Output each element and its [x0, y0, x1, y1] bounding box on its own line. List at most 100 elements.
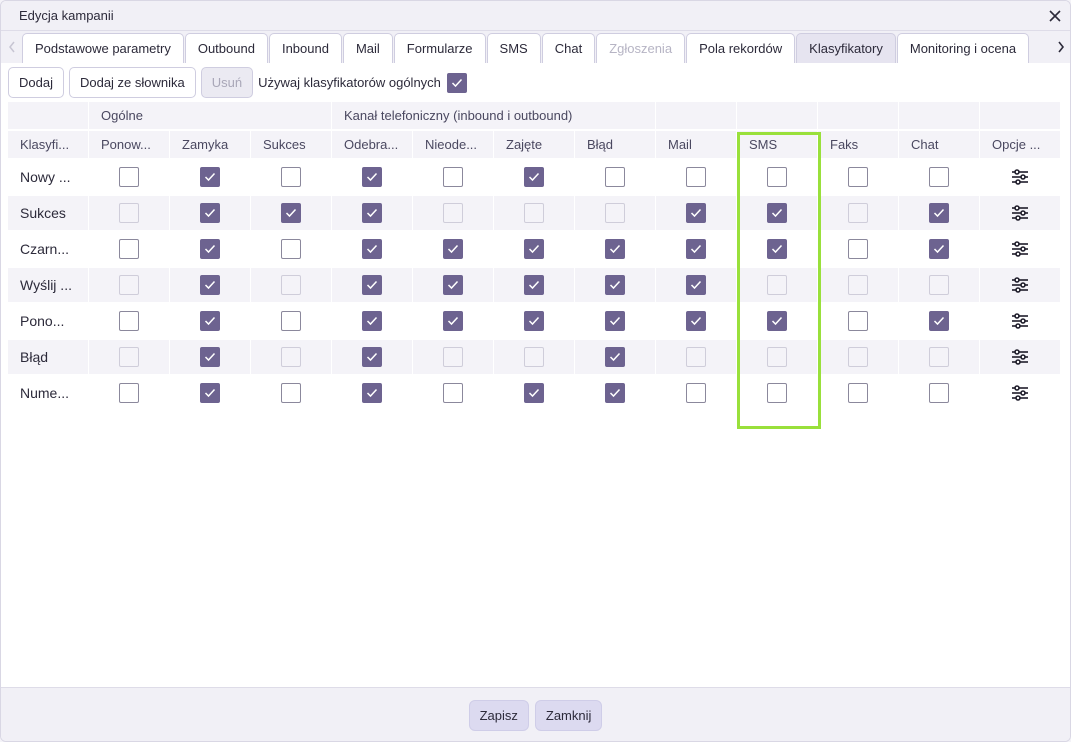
- checkbox-zajęte[interactable]: [524, 167, 544, 187]
- checkbox-sms[interactable]: [767, 311, 787, 331]
- checkbox-faks[interactable]: [848, 383, 868, 403]
- use-general-classifiers-checkbox[interactable]: [446, 72, 467, 93]
- options-cell[interactable]: [980, 268, 1060, 302]
- checkbox-zamyka[interactable]: [200, 311, 220, 331]
- table-row[interactable]: Nowy ...: [8, 160, 1070, 196]
- tab-mail[interactable]: Mail: [342, 33, 393, 63]
- checkbox-odebra-[interactable]: [362, 347, 382, 367]
- checkbox-odebra-[interactable]: [362, 275, 382, 295]
- column-header[interactable]: Faks: [818, 131, 898, 158]
- tab-outbound[interactable]: Outbound: [184, 33, 268, 63]
- checkbox-błąd[interactable]: [605, 275, 625, 295]
- checkbox-odebra-[interactable]: [362, 239, 382, 259]
- checkbox-zajęte[interactable]: [524, 383, 544, 403]
- checkbox-błąd[interactable]: [605, 311, 625, 331]
- column-header[interactable]: Ponow...: [89, 131, 169, 158]
- checkbox-błąd[interactable]: [605, 167, 625, 187]
- checkbox-faks[interactable]: [848, 239, 868, 259]
- column-header[interactable]: Mail: [656, 131, 736, 158]
- table-row[interactable]: Błąd: [8, 340, 1070, 376]
- table-row[interactable]: Nume...: [8, 376, 1070, 412]
- checkbox-faks[interactable]: [848, 311, 868, 331]
- options-cell[interactable]: [980, 304, 1060, 338]
- add-from-dictionary-button[interactable]: Dodaj ze słownika: [68, 67, 196, 98]
- options-cell[interactable]: [980, 160, 1060, 194]
- checkbox-faks[interactable]: [848, 167, 868, 187]
- column-header[interactable]: Nieode...: [413, 131, 493, 158]
- column-header[interactable]: Chat: [899, 131, 979, 158]
- column-header[interactable]: Zamyka: [170, 131, 250, 158]
- column-header[interactable]: Odebra...: [332, 131, 412, 158]
- checkbox-nieode-[interactable]: [443, 239, 463, 259]
- checkbox-sms[interactable]: [767, 383, 787, 403]
- checkbox-zamyka[interactable]: [200, 203, 220, 223]
- checkbox-sukces[interactable]: [281, 203, 301, 223]
- checkbox-zamyka[interactable]: [200, 275, 220, 295]
- checkbox-zajęte[interactable]: [524, 311, 544, 331]
- checkbox-chat[interactable]: [929, 239, 949, 259]
- checkbox-chat[interactable]: [929, 203, 949, 223]
- checkbox-mail[interactable]: [686, 275, 706, 295]
- checkbox-mail[interactable]: [686, 383, 706, 403]
- tab-chat[interactable]: Chat: [541, 33, 596, 63]
- checkbox-sukces[interactable]: [281, 239, 301, 259]
- checkbox-chat[interactable]: [929, 167, 949, 187]
- checkbox-mail[interactable]: [686, 311, 706, 331]
- remove-button[interactable]: Usuń: [200, 67, 254, 98]
- checkbox-sukces[interactable]: [281, 383, 301, 403]
- checkbox-zamyka[interactable]: [200, 167, 220, 187]
- column-header[interactable]: Opcje ...: [980, 131, 1060, 158]
- column-header[interactable]: Zajęte: [494, 131, 574, 158]
- column-header[interactable]: Klasyfi...: [8, 131, 88, 158]
- checkbox-zajęte[interactable]: [524, 275, 544, 295]
- checkbox-błąd[interactable]: [605, 383, 625, 403]
- checkbox-odebra-[interactable]: [362, 203, 382, 223]
- options-cell[interactable]: [980, 232, 1060, 266]
- checkbox-sukces[interactable]: [281, 167, 301, 187]
- options-cell[interactable]: [980, 340, 1060, 374]
- checkbox-błąd[interactable]: [605, 347, 625, 367]
- checkbox-nieode-[interactable]: [443, 311, 463, 331]
- tab-klasyfikatory[interactable]: Klasyfikatory: [796, 33, 896, 63]
- tab-zgłoszenia[interactable]: Zgłoszenia: [596, 33, 686, 63]
- checkbox-zajęte[interactable]: [524, 239, 544, 259]
- checkbox-nieode-[interactable]: [443, 383, 463, 403]
- checkbox-mail[interactable]: [686, 203, 706, 223]
- checkbox-sukces[interactable]: [281, 311, 301, 331]
- checkbox-nieode-[interactable]: [443, 167, 463, 187]
- checkbox-nieode-[interactable]: [443, 275, 463, 295]
- checkbox-sms[interactable]: [767, 239, 787, 259]
- tab-inbound[interactable]: Inbound: [268, 33, 342, 63]
- column-header[interactable]: Błąd: [575, 131, 655, 158]
- checkbox-odebra-[interactable]: [362, 311, 382, 331]
- checkbox-błąd[interactable]: [605, 239, 625, 259]
- checkbox-chat[interactable]: [929, 383, 949, 403]
- checkbox-zamyka[interactable]: [200, 347, 220, 367]
- options-cell[interactable]: [980, 376, 1060, 410]
- column-header[interactable]: SMS: [737, 131, 817, 158]
- checkbox-ponow-[interactable]: [119, 311, 139, 331]
- checkbox-odebra-[interactable]: [362, 383, 382, 403]
- checkbox-mail[interactable]: [686, 239, 706, 259]
- checkbox-odebra-[interactable]: [362, 167, 382, 187]
- column-header[interactable]: Sukces: [251, 131, 331, 158]
- tab-monitoring-i-ocena[interactable]: Monitoring i ocena: [896, 33, 1030, 63]
- table-row[interactable]: Pono...: [8, 304, 1070, 340]
- tab-formularze[interactable]: Formularze: [393, 33, 486, 63]
- options-cell[interactable]: [980, 196, 1060, 230]
- table-row[interactable]: Czarn...: [8, 232, 1070, 268]
- checkbox-zamyka[interactable]: [200, 383, 220, 403]
- checkbox-mail[interactable]: [686, 167, 706, 187]
- checkbox-ponow-[interactable]: [119, 383, 139, 403]
- checkbox-sms[interactable]: [767, 167, 787, 187]
- checkbox-sms[interactable]: [767, 203, 787, 223]
- checkbox-ponow-[interactable]: [119, 239, 139, 259]
- table-row[interactable]: Sukces: [8, 196, 1070, 232]
- tab-sms[interactable]: SMS: [486, 33, 541, 63]
- close-dialog-button[interactable]: Zamknij: [534, 700, 603, 731]
- checkbox-chat[interactable]: [929, 311, 949, 331]
- tab-podstawowe-parametry[interactable]: Podstawowe parametry: [22, 33, 184, 63]
- save-button[interactable]: Zapisz: [468, 700, 529, 731]
- checkbox-ponow-[interactable]: [119, 167, 139, 187]
- tab-scroll-right-button[interactable]: [1052, 31, 1070, 63]
